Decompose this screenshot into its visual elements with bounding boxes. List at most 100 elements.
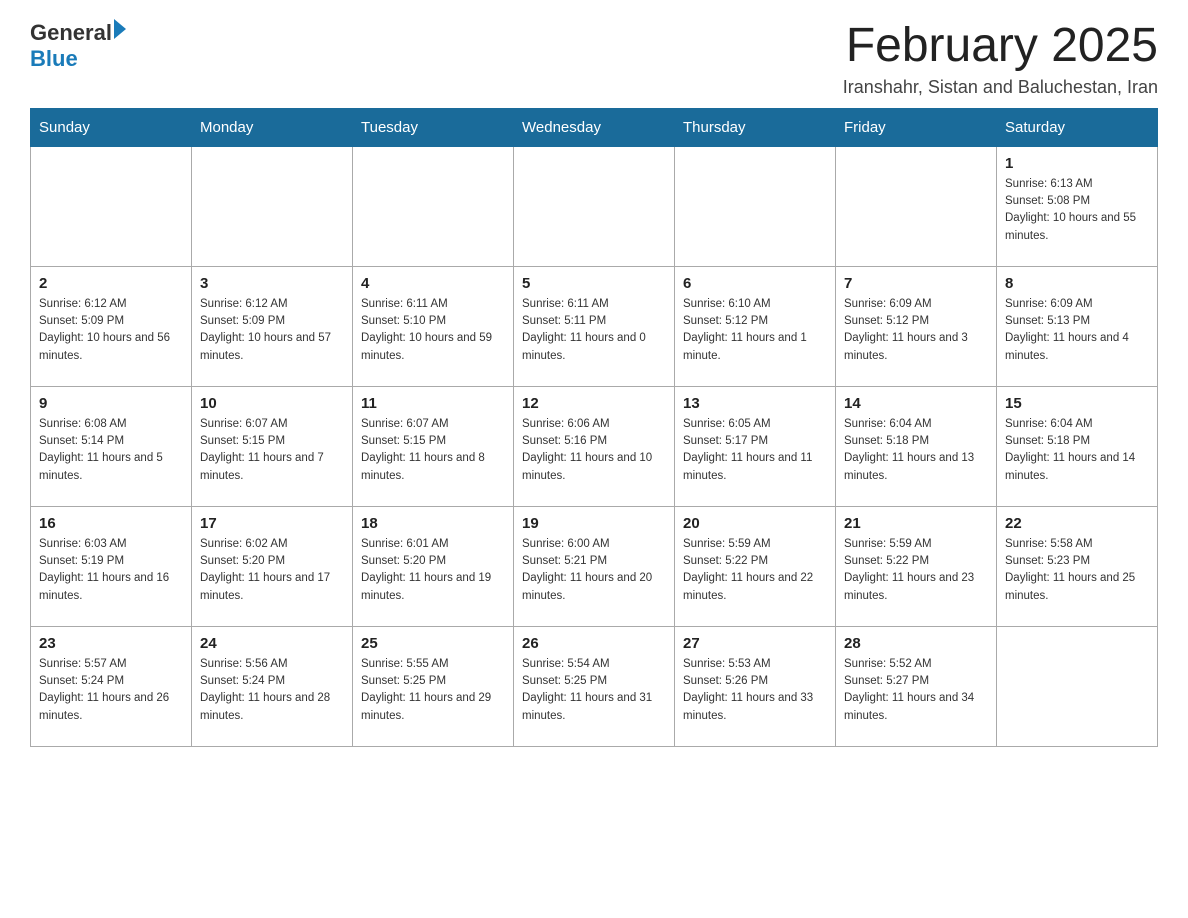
calendar-cell: 22 Sunrise: 5:58 AM Sunset: 5:23 PM Dayli… [997, 506, 1158, 626]
day-number: 15 [1005, 395, 1149, 412]
calendar-cell [675, 146, 836, 266]
calendar-cell [31, 146, 192, 266]
day-info: Sunrise: 6:11 AM Sunset: 5:11 PM Dayligh… [522, 296, 666, 365]
calendar-week-5: 23 Sunrise: 5:57 AM Sunset: 5:24 PM Dayli… [31, 626, 1158, 746]
calendar-cell: 16 Sunrise: 6:03 AM Sunset: 5:19 PM Dayli… [31, 506, 192, 626]
calendar-cell [997, 626, 1158, 746]
calendar-table: SundayMondayTuesdayWednesdayThursdayFrid… [30, 108, 1158, 747]
calendar-week-4: 16 Sunrise: 6:03 AM Sunset: 5:19 PM Dayli… [31, 506, 1158, 626]
day-info: Sunrise: 6:13 AM Sunset: 5:08 PM Dayligh… [1005, 176, 1149, 245]
logo-blue-text: Blue [30, 46, 78, 72]
day-info: Sunrise: 6:04 AM Sunset: 5:18 PM Dayligh… [844, 416, 988, 485]
day-number: 14 [844, 395, 988, 412]
logo-arrow-icon [114, 19, 126, 39]
calendar-cell: 24 Sunrise: 5:56 AM Sunset: 5:24 PM Dayli… [192, 626, 353, 746]
day-header-saturday: Saturday [997, 108, 1158, 146]
day-info: Sunrise: 6:07 AM Sunset: 5:15 PM Dayligh… [200, 416, 344, 485]
day-number: 28 [844, 635, 988, 652]
day-number: 2 [39, 275, 183, 292]
calendar-cell [192, 146, 353, 266]
day-header-wednesday: Wednesday [514, 108, 675, 146]
calendar-cell: 28 Sunrise: 5:52 AM Sunset: 5:27 PM Dayli… [836, 626, 997, 746]
calendar-cell: 7Sunrise: 6:09 AM Sunset: 5:12 PM Daylig… [836, 266, 997, 386]
day-number: 5 [522, 275, 666, 292]
month-title: February 2025 [843, 20, 1158, 73]
day-number: 22 [1005, 515, 1149, 532]
calendar-cell: 3Sunrise: 6:12 AM Sunset: 5:09 PM Daylig… [192, 266, 353, 386]
day-info: Sunrise: 6:00 AM Sunset: 5:21 PM Dayligh… [522, 536, 666, 605]
calendar-cell: 13 Sunrise: 6:05 AM Sunset: 5:17 PM Dayli… [675, 386, 836, 506]
day-number: 21 [844, 515, 988, 532]
calendar-cell: 21 Sunrise: 5:59 AM Sunset: 5:22 PM Dayli… [836, 506, 997, 626]
calendar-cell: 15 Sunrise: 6:04 AM Sunset: 5:18 PM Dayli… [997, 386, 1158, 506]
day-number: 27 [683, 635, 827, 652]
day-header-sunday: Sunday [31, 108, 192, 146]
day-info: Sunrise: 5:58 AM Sunset: 5:23 PM Dayligh… [1005, 536, 1149, 605]
day-info: Sunrise: 6:08 AM Sunset: 5:14 PM Dayligh… [39, 416, 183, 485]
day-number: 13 [683, 395, 827, 412]
logo: General Blue [30, 20, 126, 72]
calendar-cell: 19 Sunrise: 6:00 AM Sunset: 5:21 PM Dayli… [514, 506, 675, 626]
calendar-cell: 14 Sunrise: 6:04 AM Sunset: 5:18 PM Dayli… [836, 386, 997, 506]
day-info: Sunrise: 5:59 AM Sunset: 5:22 PM Dayligh… [683, 536, 827, 605]
day-number: 7 [844, 275, 988, 292]
calendar-cell: 11Sunrise: 6:07 AM Sunset: 5:15 PM Dayli… [353, 386, 514, 506]
day-info: Sunrise: 6:10 AM Sunset: 5:12 PM Dayligh… [683, 296, 827, 365]
logo-general-text: General [30, 20, 112, 46]
day-number: 19 [522, 515, 666, 532]
header-row: SundayMondayTuesdayWednesdayThursdayFrid… [31, 108, 1158, 146]
calendar-cell: 5 Sunrise: 6:11 AM Sunset: 5:11 PM Daylig… [514, 266, 675, 386]
calendar-week-2: 2 Sunrise: 6:12 AM Sunset: 5:09 PM Daylig… [31, 266, 1158, 386]
day-number: 12 [522, 395, 666, 412]
day-info: Sunrise: 6:03 AM Sunset: 5:19 PM Dayligh… [39, 536, 183, 605]
calendar-cell [514, 146, 675, 266]
calendar-cell: 18Sunrise: 6:01 AM Sunset: 5:20 PM Dayli… [353, 506, 514, 626]
calendar-cell: 27 Sunrise: 5:53 AM Sunset: 5:26 PM Dayli… [675, 626, 836, 746]
day-info: Sunrise: 6:01 AM Sunset: 5:20 PM Dayligh… [361, 536, 505, 605]
day-info: Sunrise: 6:12 AM Sunset: 5:09 PM Dayligh… [200, 296, 344, 365]
calendar-week-1: 1 Sunrise: 6:13 AM Sunset: 5:08 PM Daylig… [31, 146, 1158, 266]
day-info: Sunrise: 5:52 AM Sunset: 5:27 PM Dayligh… [844, 656, 988, 725]
day-number: 20 [683, 515, 827, 532]
calendar-cell: 10Sunrise: 6:07 AM Sunset: 5:15 PM Dayli… [192, 386, 353, 506]
day-number: 23 [39, 635, 183, 652]
calendar-week-3: 9 Sunrise: 6:08 AM Sunset: 5:14 PM Daylig… [31, 386, 1158, 506]
day-info: Sunrise: 6:04 AM Sunset: 5:18 PM Dayligh… [1005, 416, 1149, 485]
day-info: Sunrise: 6:07 AM Sunset: 5:15 PM Dayligh… [361, 416, 505, 485]
day-info: Sunrise: 5:59 AM Sunset: 5:22 PM Dayligh… [844, 536, 988, 605]
day-header-tuesday: Tuesday [353, 108, 514, 146]
day-number: 25 [361, 635, 505, 652]
calendar-cell: 17Sunrise: 6:02 AM Sunset: 5:20 PM Dayli… [192, 506, 353, 626]
day-header-monday: Monday [192, 108, 353, 146]
day-info: Sunrise: 5:56 AM Sunset: 5:24 PM Dayligh… [200, 656, 344, 725]
day-info: Sunrise: 6:09 AM Sunset: 5:13 PM Dayligh… [1005, 296, 1149, 365]
calendar-cell: 2 Sunrise: 6:12 AM Sunset: 5:09 PM Daylig… [31, 266, 192, 386]
day-header-thursday: Thursday [675, 108, 836, 146]
day-number: 17 [200, 515, 344, 532]
day-number: 16 [39, 515, 183, 532]
calendar-cell: 12Sunrise: 6:06 AM Sunset: 5:16 PM Dayli… [514, 386, 675, 506]
calendar-cell: 26 Sunrise: 5:54 AM Sunset: 5:25 PM Dayli… [514, 626, 675, 746]
day-info: Sunrise: 6:05 AM Sunset: 5:17 PM Dayligh… [683, 416, 827, 485]
day-info: Sunrise: 6:11 AM Sunset: 5:10 PM Dayligh… [361, 296, 505, 365]
day-number: 1 [1005, 155, 1149, 172]
calendar-cell: 25 Sunrise: 5:55 AM Sunset: 5:25 PM Dayli… [353, 626, 514, 746]
day-info: Sunrise: 5:53 AM Sunset: 5:26 PM Dayligh… [683, 656, 827, 725]
day-number: 4 [361, 275, 505, 292]
calendar-cell: 20 Sunrise: 5:59 AM Sunset: 5:22 PM Dayli… [675, 506, 836, 626]
day-number: 8 [1005, 275, 1149, 292]
day-info: Sunrise: 6:12 AM Sunset: 5:09 PM Dayligh… [39, 296, 183, 365]
calendar-cell: 1 Sunrise: 6:13 AM Sunset: 5:08 PM Daylig… [997, 146, 1158, 266]
day-header-friday: Friday [836, 108, 997, 146]
day-number: 6 [683, 275, 827, 292]
day-number: 24 [200, 635, 344, 652]
calendar-cell: 6 Sunrise: 6:10 AM Sunset: 5:12 PM Daylig… [675, 266, 836, 386]
day-number: 9 [39, 395, 183, 412]
day-info: Sunrise: 5:57 AM Sunset: 5:24 PM Dayligh… [39, 656, 183, 725]
day-info: Sunrise: 5:54 AM Sunset: 5:25 PM Dayligh… [522, 656, 666, 725]
calendar-cell: 4 Sunrise: 6:11 AM Sunset: 5:10 PM Daylig… [353, 266, 514, 386]
day-info: Sunrise: 5:55 AM Sunset: 5:25 PM Dayligh… [361, 656, 505, 725]
day-number: 26 [522, 635, 666, 652]
calendar-cell [836, 146, 997, 266]
location-title: Iranshahr, Sistan and Baluchestan, Iran [843, 77, 1158, 98]
